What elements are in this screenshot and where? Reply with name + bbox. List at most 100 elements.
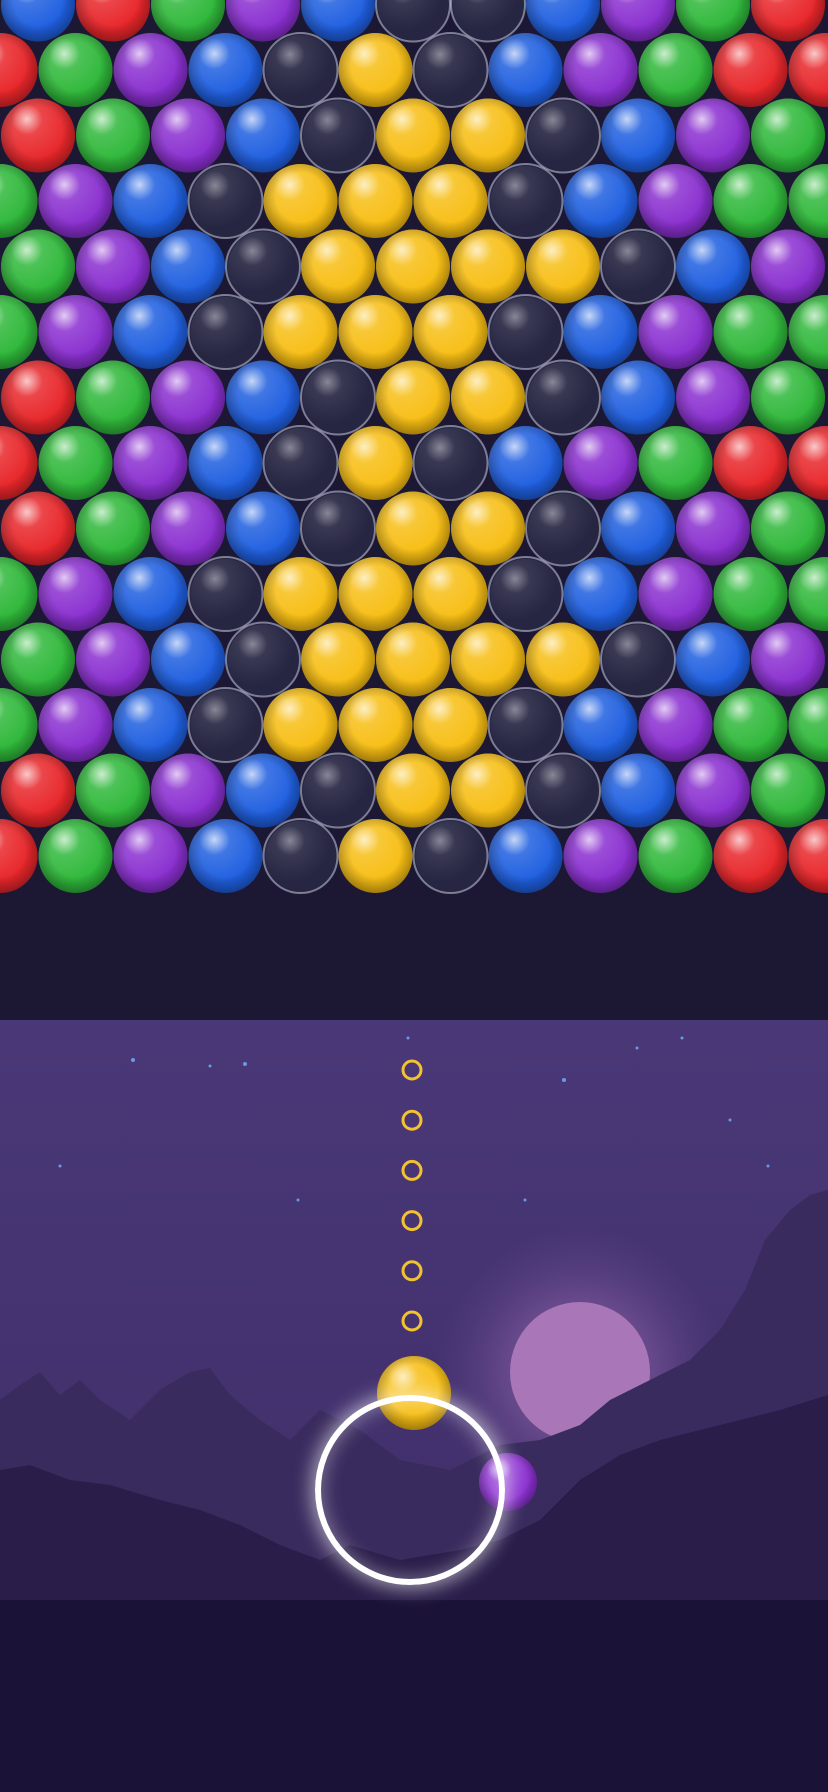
bubble-clear [487,294,564,370]
bubble-purple [38,164,113,238]
bubble-yellow [413,295,488,369]
bubble-blue [226,360,300,435]
bubble-clear [262,425,339,501]
bubble-red [713,426,788,500]
bubble-purple [638,295,713,369]
bubble-yellow [451,491,525,566]
bubble-blue [188,819,263,893]
bubble-yellow [451,753,525,828]
bubble-purple [563,819,638,893]
bubble-clear [187,163,264,239]
bubble-blue [151,229,225,304]
bubble-clear [487,687,564,763]
bubble-red [1,753,75,828]
bubble-blue [113,688,188,762]
bubble-green [713,557,788,631]
bubble-purple [676,98,750,173]
bubble-purple [638,557,713,631]
bubble-yellow [413,557,488,631]
bubble-blue [488,33,563,107]
bubble-clear [225,228,301,305]
bubble-yellow [413,688,488,762]
bubble-blue [601,753,675,828]
bubble-yellow [263,557,338,631]
bubble-red [713,819,788,893]
bubble-green [713,164,788,238]
bubble-yellow [376,98,450,173]
bubble-purple [113,426,188,500]
bubble-clear [225,621,301,698]
bubble-green [76,98,150,173]
bubble-yellow [338,557,413,631]
bubble-purple [676,491,750,566]
bubble-yellow [526,622,600,697]
bubble-yellow [376,360,450,435]
bubble-blue [113,164,188,238]
bubble-purple [76,622,150,697]
bubble-purple [38,295,113,369]
bubble-green [751,491,825,566]
bubble-yellow [376,491,450,566]
bubble-yellow [338,33,413,107]
bubble-clear [187,687,264,763]
bubble-red [713,33,788,107]
bubble-blue [676,229,750,304]
bubble-yellow [263,295,338,369]
bubble-clear [300,359,376,436]
bubble-green [76,491,150,566]
bubble-yellow [451,229,525,304]
bubble-yellow [338,164,413,238]
bubble-yellow [451,622,525,697]
bubble-clear [525,490,601,567]
bubble-purple [38,557,113,631]
bubble-clear [187,294,264,370]
bubble-clear [262,32,339,108]
bubble-purple [638,164,713,238]
bubble-green [38,33,113,107]
bubble-purple [113,33,188,107]
bubble-yellow [413,164,488,238]
bubble-yellow [263,688,338,762]
bubble-clear [412,818,489,894]
bubble-yellow [338,819,413,893]
bubble-yellow [376,622,450,697]
bubble-yellow [338,295,413,369]
bubble-clear [487,163,564,239]
bubble-yellow [263,164,338,238]
bubble-clear [487,556,564,632]
bubble-blue [563,557,638,631]
bubble-green [1,622,75,697]
bubble-green [751,753,825,828]
bubble-green [713,688,788,762]
bubble-blue [563,164,638,238]
bubble-clear [525,359,601,436]
bubble-purple [151,98,225,173]
bubble-clear [525,752,601,829]
launcher-ring[interactable] [315,1395,505,1585]
bubble-yellow [376,229,450,304]
bubble-green [38,819,113,893]
bubble-red [1,360,75,435]
bubble-green [76,360,150,435]
bubble-green [38,426,113,500]
bubble-green [713,295,788,369]
bubble-purple [751,622,825,697]
bubble-purple [563,33,638,107]
bubble-blue [188,426,263,500]
bubble-clear [187,556,264,632]
bubble-purple [751,229,825,304]
bubble-red [1,98,75,173]
bubble-blue [488,819,563,893]
bubble-yellow [338,688,413,762]
bubble-blue [601,98,675,173]
bubble-blue [151,622,225,697]
bubble-blue [226,753,300,828]
bubble-blue [188,33,263,107]
bubble-clear [412,32,489,108]
bubble-green [751,360,825,435]
bubble-purple [38,688,113,762]
bubble-yellow [376,753,450,828]
bubble-clear [300,97,376,174]
bubble-blue [563,295,638,369]
bubble-green [1,229,75,304]
